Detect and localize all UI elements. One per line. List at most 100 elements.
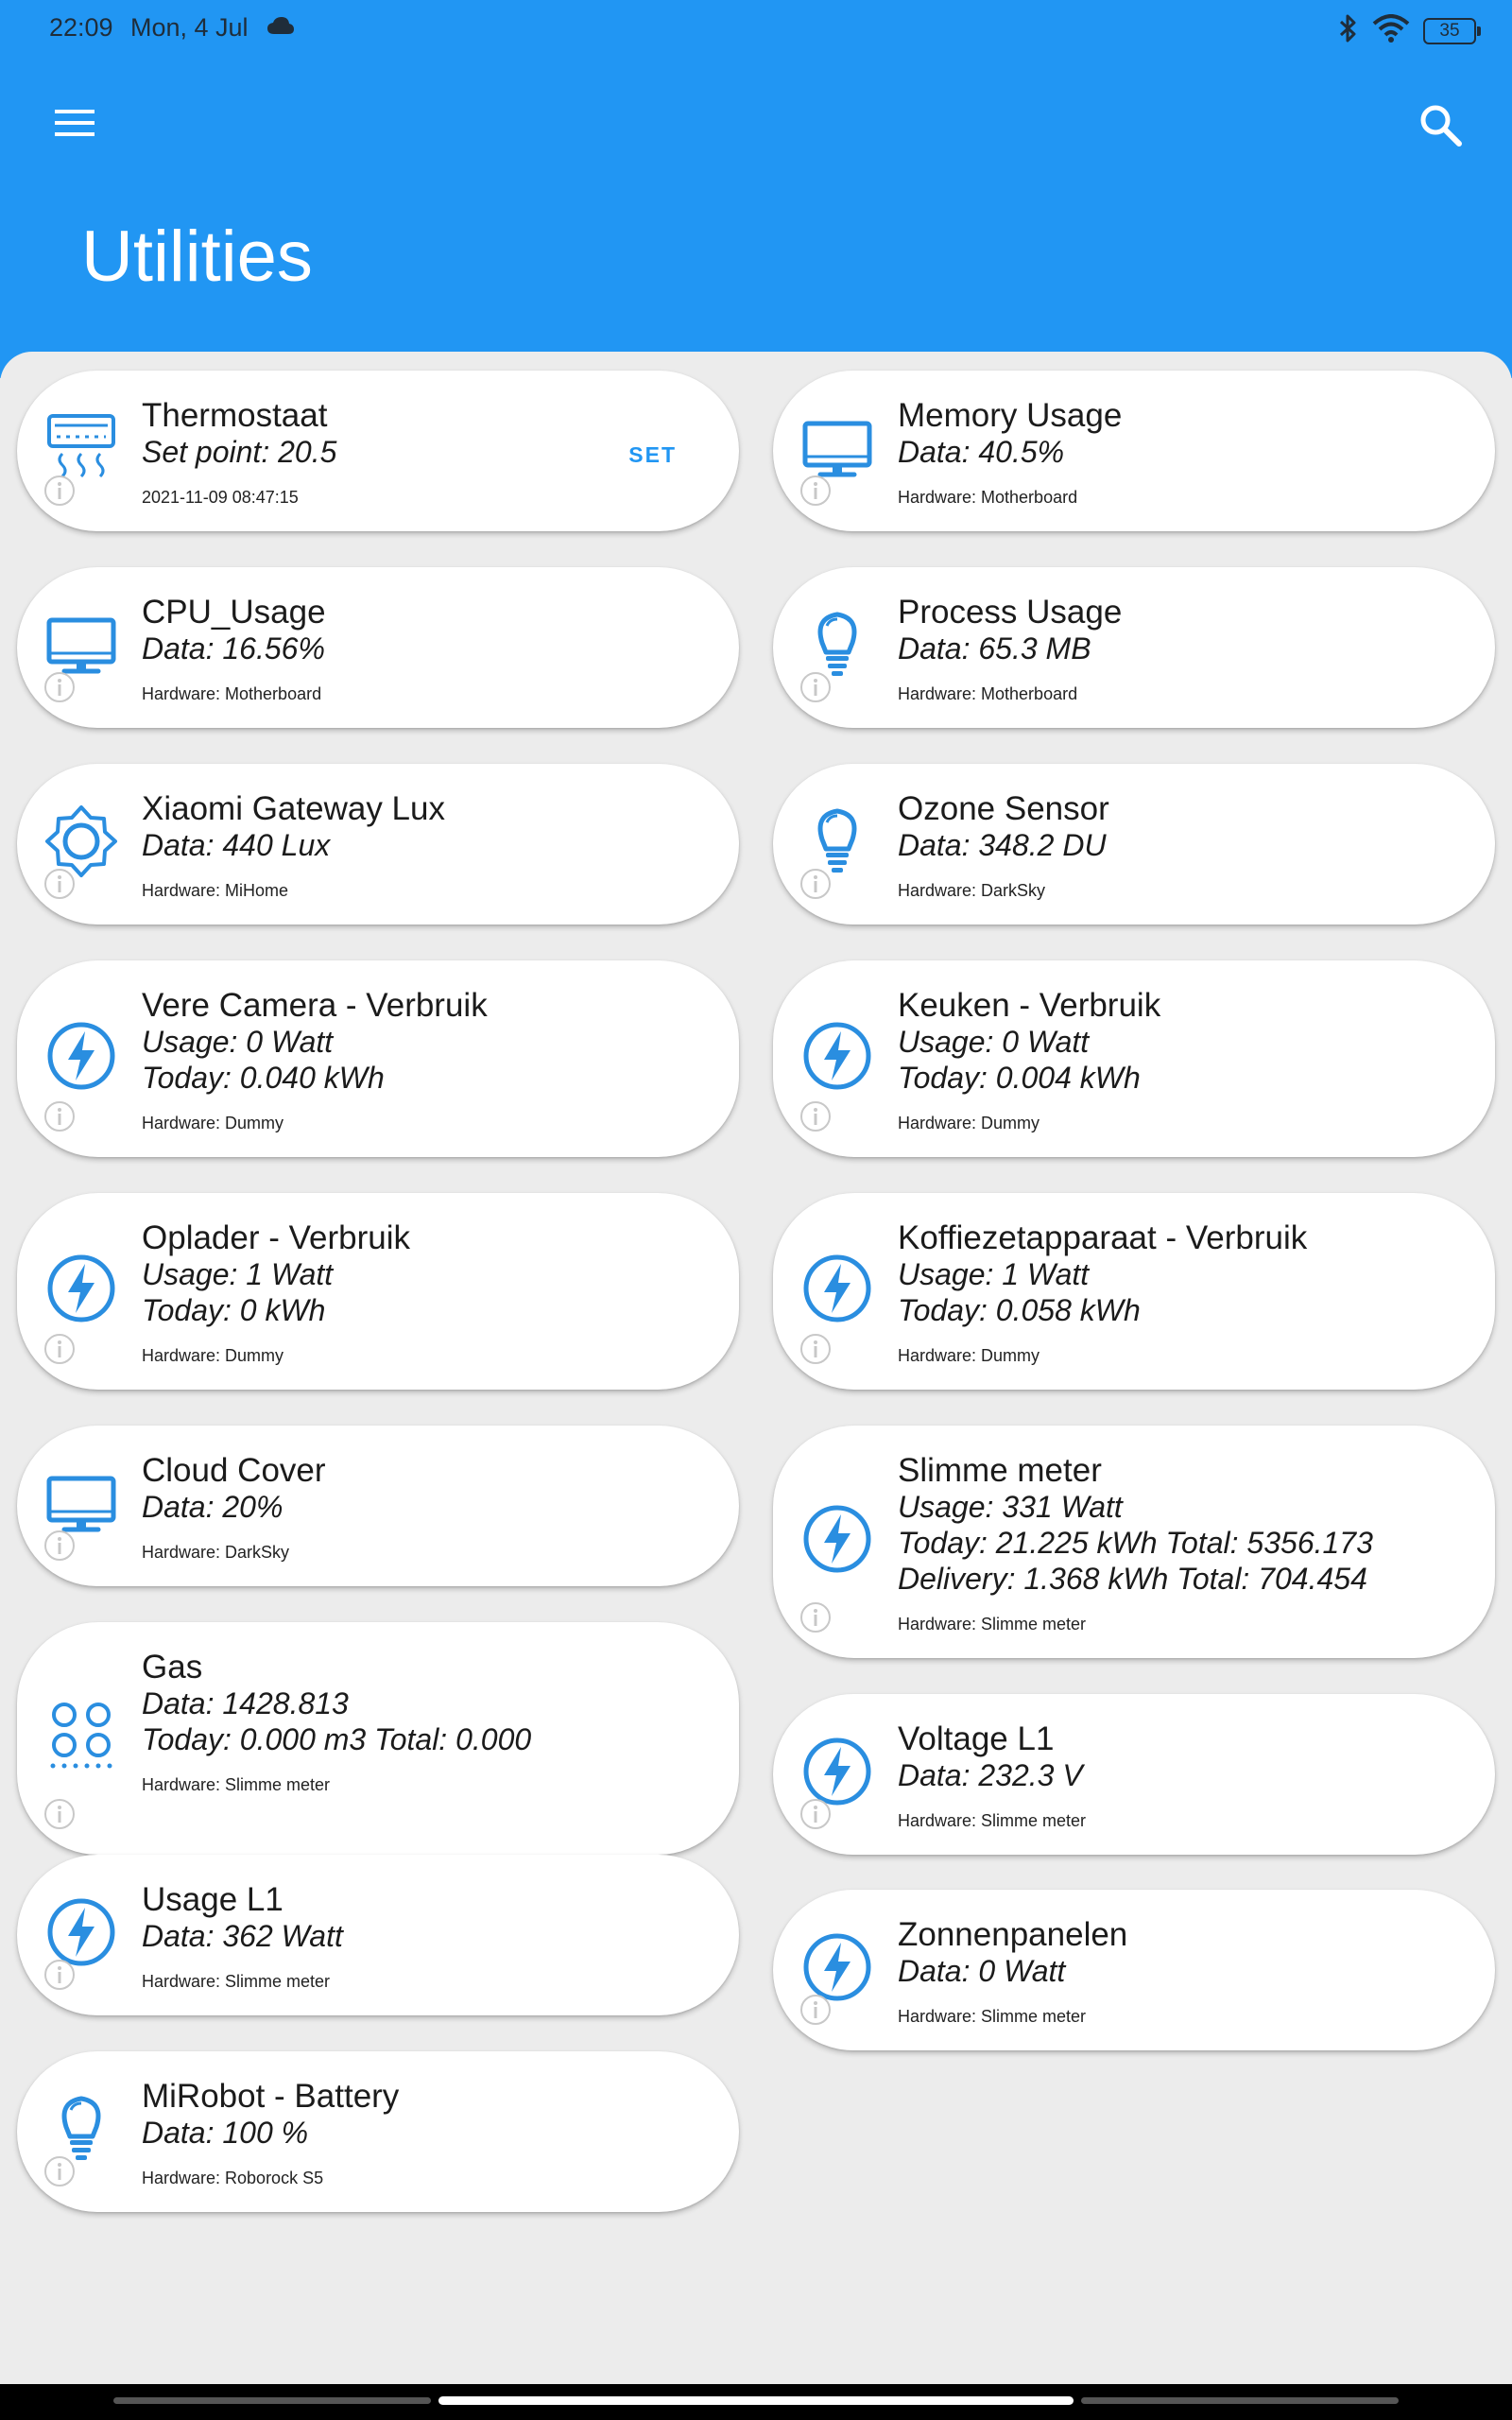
device-card-memory-usage[interactable]: Memory Usage Data: 40.5% Hardware: Motherb… xyxy=(773,371,1495,531)
device-name: Voltage L1 xyxy=(898,1720,1055,1757)
device-value: Usage: 0 Watt xyxy=(142,1025,334,1059)
app-bar: 22:09 Mon, 4 Jul 35 Utilities xyxy=(0,0,1512,378)
info-icon[interactable] xyxy=(799,1994,832,2026)
device-value: Data: 362 Watt xyxy=(142,1919,343,1953)
device-name: Gas xyxy=(142,1649,203,1685)
device-card-koffiezetapparaat-verbruik[interactable]: Koffiezetapparaat - Verbruik Usage: 1 Wat… xyxy=(773,1193,1495,1390)
device-card-slimme-meter[interactable]: Slimme meter Usage: 331 Watt Today: 21.225… xyxy=(773,1426,1495,1658)
info-icon[interactable] xyxy=(43,868,76,900)
device-card-mirobot-battery[interactable]: MiRobot - Battery Data: 100 % Hardware: Ro… xyxy=(17,2051,739,2212)
nav-handle-left xyxy=(113,2397,431,2404)
device-value: Data: 232.3 V xyxy=(898,1758,1083,1792)
device-footer: Hardware: Dummy xyxy=(898,1346,1040,1365)
device-card-process-usage[interactable]: Process Usage Data: 65.3 MB Hardware: Moth… xyxy=(773,567,1495,728)
device-footer: Hardware: Slimme meter xyxy=(142,1972,331,1991)
device-name: Cloud Cover xyxy=(142,1452,326,1489)
info-icon[interactable] xyxy=(43,1333,76,1365)
info-icon[interactable] xyxy=(43,1530,76,1562)
device-footer: Hardware: DarkSky xyxy=(898,881,1046,900)
device-card-cpu-usage[interactable]: CPU_Usage Data: 16.56% Hardware: Motherboa… xyxy=(17,567,739,728)
device-value: Today: 0 kWh xyxy=(142,1293,326,1327)
wifi-icon xyxy=(1372,14,1410,47)
device-card-xiaomi-gateway-lux[interactable]: Xiaomi Gateway Lux Data: 440 Lux Hardware:… xyxy=(17,764,739,925)
info-icon[interactable] xyxy=(799,1798,832,1830)
info-icon[interactable] xyxy=(799,868,832,900)
device-value: Usage: 0 Watt xyxy=(898,1025,1090,1059)
device-value: Data: 440 Lux xyxy=(142,828,331,862)
device-name: Usage L1 xyxy=(142,1881,284,1918)
device-footer: Hardware: Roborock S5 xyxy=(142,2169,324,2187)
device-footer: Hardware: Slimme meter xyxy=(898,1811,1087,1830)
power-icon xyxy=(43,1251,119,1326)
device-value: Usage: 331 Watt xyxy=(898,1490,1123,1524)
power-icon xyxy=(43,1018,119,1094)
status-date: Mon, 4 Jul xyxy=(130,13,249,42)
info-icon[interactable] xyxy=(43,2155,76,2187)
device-value: Today: 0.004 kWh xyxy=(898,1061,1141,1095)
info-icon[interactable] xyxy=(43,671,76,703)
device-footer: Hardware: MiHome xyxy=(142,881,289,900)
device-card-cloud-cover[interactable]: Cloud Cover Data: 20% Hardware: DarkSky xyxy=(17,1426,739,1586)
device-card-keuken-verbruik[interactable]: Keuken - Verbruik Usage: 0 Watt Today: 0.0… xyxy=(773,960,1495,1157)
device-footer: 2021-11-09 08:47:15 xyxy=(142,488,299,507)
device-footer: Hardware: Motherboard xyxy=(142,684,322,703)
device-name: CPU_Usage xyxy=(142,594,326,631)
search-icon xyxy=(1420,105,1462,147)
device-value: Delivery: 1.368 kWh Total: 704.454 xyxy=(898,1562,1367,1596)
device-name: Keuken - Verbruik xyxy=(898,987,1161,1024)
info-icon[interactable] xyxy=(799,1333,832,1365)
home-gesture-bar[interactable] xyxy=(438,2396,1074,2405)
battery-icon: 35 xyxy=(1423,17,1481,44)
device-value: Today: 0.058 kWh xyxy=(898,1293,1141,1327)
device-name: Koffiezetapparaat - Verbruik xyxy=(898,1219,1308,1256)
info-icon[interactable] xyxy=(799,1601,832,1634)
device-value: Data: 20% xyxy=(142,1490,284,1524)
device-footer: Hardware: Dummy xyxy=(142,1114,284,1132)
device-card-oplader-verbruik[interactable]: Oplader - Verbruik Usage: 1 Watt Today: 0 … xyxy=(17,1193,739,1390)
device-value: Data: 40.5% xyxy=(898,435,1065,469)
device-card-voltage-l1[interactable]: Voltage L1 Data: 232.3 V Hardware: Slimme … xyxy=(773,1694,1495,1855)
cloud-icon xyxy=(266,15,295,41)
device-footer: Hardware: Dummy xyxy=(898,1114,1040,1132)
bluetooth-icon xyxy=(1338,13,1359,48)
status-icons: 35 xyxy=(1338,13,1481,48)
info-icon[interactable] xyxy=(43,1100,76,1132)
info-icon[interactable] xyxy=(799,475,832,507)
device-name: Zonnenpanelen xyxy=(898,1916,1128,1953)
device-value: Usage: 1 Watt xyxy=(898,1257,1090,1291)
device-name: Slimme meter xyxy=(898,1452,1102,1489)
info-icon[interactable] xyxy=(799,671,832,703)
device-card-usage-l1[interactable]: Usage L1 Data: 362 Watt Hardware: Slimme m… xyxy=(17,1855,739,2015)
device-name: MiRobot - Battery xyxy=(142,2078,400,2115)
info-icon[interactable] xyxy=(799,1100,832,1132)
device-card-vere-camera-verbruik[interactable]: Vere Camera - Verbruik Usage: 0 Watt Today… xyxy=(17,960,739,1157)
device-card-thermostaat[interactable]: Thermostaat Set point: 20.5 2021-11-09 08:… xyxy=(17,371,739,531)
device-card-gas[interactable]: Gas Data: 1428.813 Today: 0.000 m3 Total: … xyxy=(17,1622,739,1855)
device-value: Today: 0.000 m3 Total: 0.000 xyxy=(142,1722,532,1756)
hamburger-icon xyxy=(55,110,94,136)
search-button[interactable] xyxy=(1418,102,1465,149)
power-icon xyxy=(799,1501,875,1577)
device-value: Data: 16.56% xyxy=(142,631,325,666)
device-footer: Hardware: Slimme meter xyxy=(898,1615,1087,1634)
device-value: Usage: 1 Watt xyxy=(142,1257,334,1291)
device-name: Ozone Sensor xyxy=(898,790,1109,827)
status-time: 22:09 xyxy=(49,13,113,42)
info-icon[interactable] xyxy=(43,1798,76,1830)
info-icon[interactable] xyxy=(43,1959,76,1991)
power-icon xyxy=(799,1018,875,1094)
power-icon xyxy=(799,1251,875,1326)
device-value: Data: 65.3 MB xyxy=(898,631,1091,666)
menu-button[interactable] xyxy=(53,106,96,140)
device-card-ozone-sensor[interactable]: Ozone Sensor Data: 348.2 DU Hardware: Dark… xyxy=(773,764,1495,925)
device-footer: Hardware: Slimme meter xyxy=(898,2007,1087,2026)
device-card-zonnenpanelen[interactable]: Zonnenpanelen Data: 0 Watt Hardware: Slimm… xyxy=(773,1890,1495,2050)
device-value: Data: 100 % xyxy=(142,2116,309,2150)
set-button[interactable]: SET xyxy=(628,442,677,468)
info-icon[interactable] xyxy=(43,475,76,507)
device-name: Thermostaat xyxy=(142,397,328,434)
device-value: Set point: 20.5 xyxy=(142,435,337,469)
device-value: Data: 1428.813 xyxy=(142,1686,349,1720)
device-footer: Hardware: Dummy xyxy=(142,1346,284,1365)
device-value: Data: 348.2 DU xyxy=(898,828,1107,862)
